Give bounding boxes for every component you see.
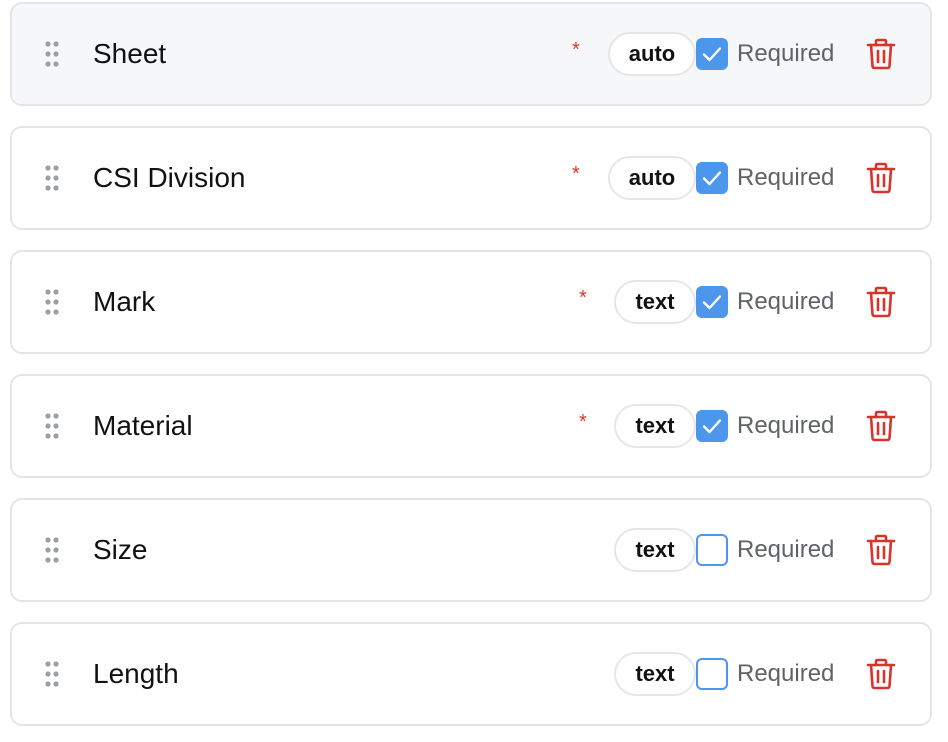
trash-icon[interactable]	[866, 534, 896, 566]
check-icon	[702, 171, 722, 186]
required-checkbox[interactable]	[696, 38, 728, 70]
drag-handle-icon[interactable]	[45, 165, 59, 191]
field-row-csi-division[interactable]: CSI Division * auto Required	[10, 126, 932, 230]
check-icon	[702, 47, 722, 62]
required-checkbox[interactable]	[696, 162, 728, 194]
field-name: Sheet	[93, 38, 167, 69]
trash-icon[interactable]	[866, 38, 896, 70]
field-name: Material	[93, 410, 193, 441]
required-asterisk: *	[572, 39, 580, 61]
required-label[interactable]: Required	[737, 164, 834, 192]
required-asterisk: *	[579, 411, 587, 433]
field-row-sheet[interactable]: Sheet * auto Required	[10, 2, 932, 106]
check-icon	[702, 419, 722, 434]
field-name: Length	[93, 658, 179, 689]
field-type-badge[interactable]: auto	[608, 32, 696, 76]
required-label[interactable]: Required	[737, 412, 834, 440]
trash-icon[interactable]	[866, 162, 896, 194]
drag-handle-icon[interactable]	[45, 41, 59, 67]
required-label[interactable]: Required	[737, 660, 834, 688]
drag-handle-icon[interactable]	[45, 661, 59, 687]
field-row-length[interactable]: Length text Required	[10, 622, 932, 726]
field-type-badge[interactable]: text	[614, 528, 696, 572]
required-checkbox[interactable]	[696, 410, 728, 442]
field-row-material[interactable]: Material * text Required	[10, 374, 932, 478]
check-icon	[702, 295, 722, 310]
drag-handle-icon[interactable]	[45, 289, 59, 315]
required-asterisk: *	[579, 287, 587, 309]
required-asterisk: *	[572, 163, 580, 185]
trash-icon[interactable]	[866, 286, 896, 318]
field-row-size[interactable]: Size text Required	[10, 498, 932, 602]
required-checkbox[interactable]	[696, 534, 728, 566]
drag-handle-icon[interactable]	[45, 413, 59, 439]
drag-handle-icon[interactable]	[45, 537, 59, 563]
field-name: CSI Division	[93, 162, 246, 193]
field-type-badge[interactable]: text	[614, 280, 696, 324]
field-list: Sheet * auto Required CSI Division * aut…	[0, 0, 948, 742]
trash-icon[interactable]	[866, 410, 896, 442]
field-type-badge[interactable]: text	[614, 652, 696, 696]
field-name: Mark	[93, 286, 156, 317]
field-name: Size	[93, 534, 148, 565]
field-type-badge[interactable]: auto	[608, 156, 696, 200]
required-label[interactable]: Required	[737, 288, 834, 316]
required-label[interactable]: Required	[737, 536, 834, 564]
trash-icon[interactable]	[866, 658, 896, 690]
field-type-badge[interactable]: text	[614, 404, 696, 448]
field-row-mark[interactable]: Mark * text Required	[10, 250, 932, 354]
required-label[interactable]: Required	[737, 40, 834, 68]
required-checkbox[interactable]	[696, 286, 728, 318]
required-checkbox[interactable]	[696, 658, 728, 690]
